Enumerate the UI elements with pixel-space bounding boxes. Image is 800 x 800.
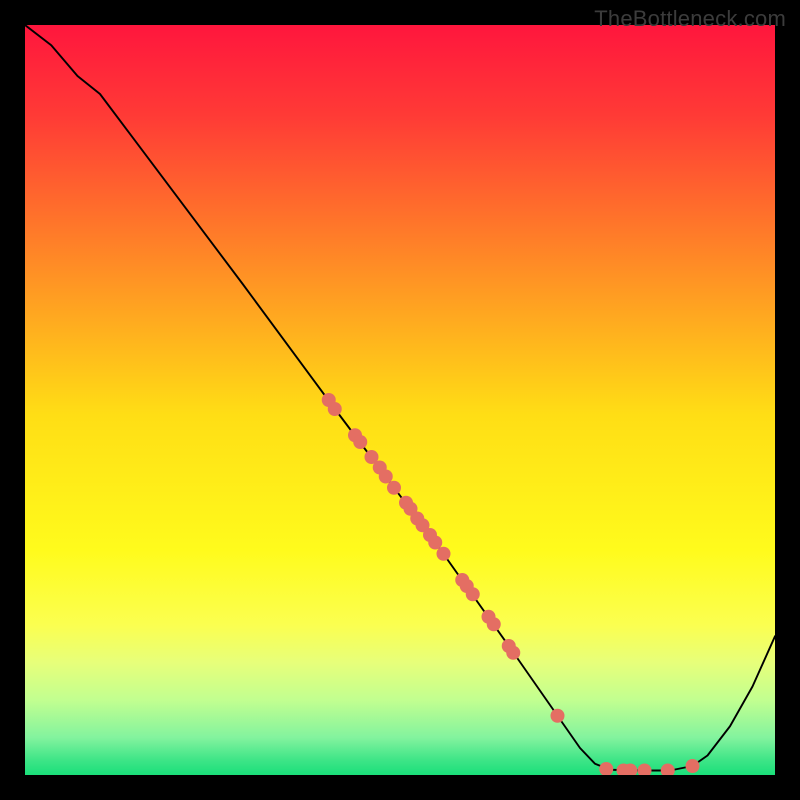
marker-dot <box>487 617 501 631</box>
marker-dot <box>387 481 401 495</box>
marker-dot <box>466 587 480 601</box>
marker-dot <box>506 646 520 660</box>
watermark-text: TheBottleneck.com <box>594 6 786 32</box>
marker-dot <box>551 709 565 723</box>
marker-dot <box>328 402 342 416</box>
marker-dot <box>379 470 393 484</box>
bottleneck-chart <box>25 25 775 775</box>
marker-dot <box>428 536 442 550</box>
marker-dot <box>686 759 700 773</box>
marker-dot <box>353 435 367 449</box>
chart-background <box>25 25 775 775</box>
marker-dot <box>437 547 451 561</box>
